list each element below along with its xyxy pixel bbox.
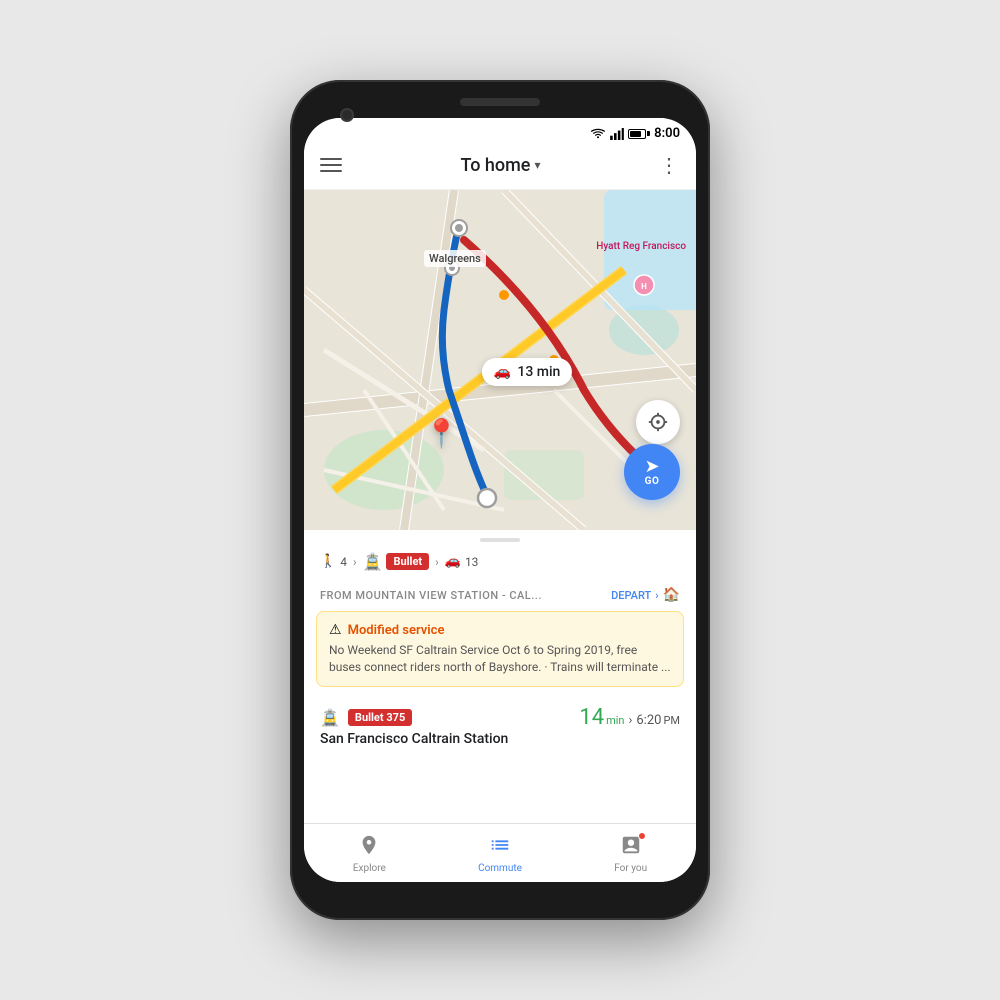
depart-arrow-icon: ›	[655, 589, 658, 602]
depart-label: DEPART	[611, 589, 651, 602]
status-time: 8:00	[654, 126, 680, 141]
header-title[interactable]: To home ▾	[460, 155, 540, 176]
phone-frame: 8:00 To home ▾ ⋮	[290, 80, 710, 920]
walk-minutes: 4	[340, 555, 347, 569]
walgreens-label: Walgreens	[424, 250, 486, 267]
status-bar: 8:00	[304, 118, 696, 145]
bottom-nav: Explore Commute	[304, 823, 696, 882]
alert-title-row: ⚠ Modified service	[329, 622, 671, 638]
nav-for-you[interactable]: For you	[565, 830, 696, 878]
drive-icon: 🚗	[445, 554, 461, 569]
menu-icon[interactable]	[320, 158, 342, 172]
status-icons: 8:00	[590, 126, 680, 141]
wifi-icon	[590, 128, 606, 140]
depart-time: 6:20	[636, 713, 661, 728]
station-row: FROM MOUNTAIN VIEW STATION - CAL... DEPA…	[304, 583, 696, 611]
nav-commute[interactable]: Commute	[435, 830, 566, 878]
depart-period: PM	[663, 714, 680, 727]
warning-icon: ⚠	[329, 622, 342, 638]
location-button[interactable]	[636, 400, 680, 444]
battery-icon	[628, 129, 646, 139]
header-title-text: To home	[460, 155, 530, 176]
train-option[interactable]: 🚊 Bullet 375 14 min › 6:20 PM San Franci…	[304, 697, 696, 757]
home-icon: 🏠	[663, 587, 680, 603]
go-button[interactable]: ➤ GO	[624, 444, 680, 500]
notification-badge	[638, 832, 646, 840]
alert-box[interactable]: ⚠ Modified service No Weekend SF Caltrai…	[316, 611, 684, 687]
walk-icon: 🚶	[320, 554, 336, 569]
drive-step: 🚗 13	[445, 554, 479, 569]
train-step: 🚊 Bullet	[363, 552, 430, 571]
drive-minutes: 13	[465, 555, 479, 569]
camera	[340, 108, 354, 122]
app-header: To home ▾ ⋮	[304, 145, 696, 190]
depart-time-arrow: ›	[628, 713, 632, 728]
speaker	[460, 98, 540, 106]
drag-handle	[480, 538, 520, 542]
crosshair-icon	[647, 411, 669, 433]
step-arrow-2: ›	[435, 555, 439, 569]
signal-icon	[610, 128, 624, 140]
alert-title-text: Modified service	[348, 623, 445, 638]
drive-time: 13 min	[517, 364, 560, 380]
dropdown-arrow-icon: ▾	[534, 158, 540, 172]
commute-icon	[489, 834, 511, 861]
train-min-label: min	[606, 714, 624, 727]
train-icon: 🚊	[363, 552, 383, 571]
train-minutes: 14	[579, 707, 604, 729]
train-option-header: 🚊 Bullet 375 14 min › 6:20 PM	[320, 707, 680, 729]
step-arrow-1: ›	[353, 555, 357, 569]
destination-pin-icon: 📍	[424, 417, 459, 450]
hyatt-label: Hyatt Reg Francisco	[596, 240, 686, 253]
walk-step: 🚶 4	[320, 554, 347, 569]
for-you-label: For you	[614, 863, 647, 874]
commute-label: Commute	[478, 863, 522, 874]
station-name: FROM MOUNTAIN VIEW STATION - CAL...	[320, 589, 542, 602]
alert-body: No Weekend SF Caltrain Service Oct 6 to …	[329, 642, 671, 676]
content-panel: 🚶 4 › 🚊 Bullet › 🚗 13 FROM MOUNTAIN VIEW…	[304, 530, 696, 823]
for-you-badge-container	[620, 834, 642, 861]
car-icon: 🚗	[494, 364, 511, 380]
nav-explore[interactable]: Explore	[304, 830, 435, 878]
explore-label: Explore	[353, 863, 386, 874]
train-station-name: San Francisco Caltrain Station	[320, 731, 680, 747]
for-you-icon	[620, 837, 642, 861]
bullet-badge: Bullet	[386, 553, 429, 570]
map-container: Trousdale Dr Rollins Rd H Walgreens H	[304, 190, 696, 530]
route-summary: 🚶 4 › 🚊 Bullet › 🚗 13	[304, 552, 696, 583]
bullet-375-badge: Bullet 375	[348, 709, 412, 726]
navigation-arrow-icon: ➤	[644, 458, 659, 476]
route-time-badge: 🚗 13 min	[482, 358, 572, 386]
svg-text:H: H	[641, 282, 647, 291]
train-time-info: 14 min › 6:20 PM	[579, 707, 680, 729]
explore-icon	[358, 834, 380, 861]
more-options-icon[interactable]: ⋮	[659, 153, 680, 177]
train-option-icon: 🚊	[320, 708, 340, 727]
depart-button[interactable]: DEPART › 🏠	[611, 587, 680, 603]
go-label: GO	[645, 476, 660, 487]
phone-screen: 8:00 To home ▾ ⋮	[304, 118, 696, 882]
